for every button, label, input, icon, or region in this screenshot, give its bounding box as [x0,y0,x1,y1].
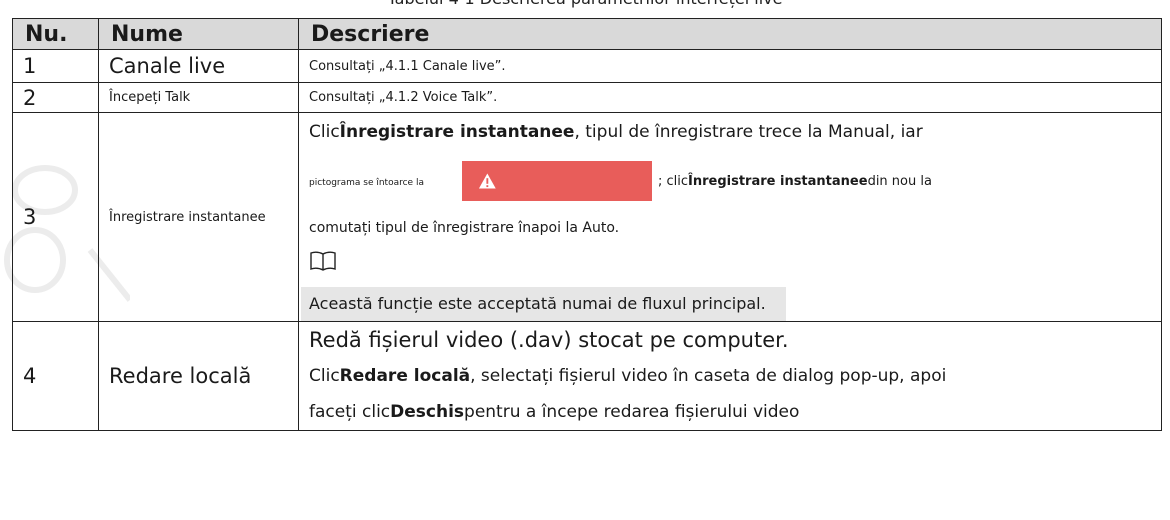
text: Clic [309,122,340,142]
parameter-table: Nu. Nume Descriere 1 Canale live Consult… [12,18,1162,431]
text: din nou la [867,174,932,189]
row-description: ClicÎnregistrare instantanee, tipul de î… [298,112,1162,322]
header-name: Nume [98,18,299,50]
text: pentru a începe redarea fișierului video [464,402,800,422]
button-label: Instant Record [536,140,598,220]
table-row: 4 Redare locală Redă fișierul video (.da… [12,321,1162,431]
text: , selectați fișierul video în caseta de … [470,366,947,386]
description-line: Redă fișierul video (.dav) stocat pe com… [309,328,789,352]
header-no: Nu. [12,18,99,50]
description-line: pictograma se întoarce la Instant Record;… [309,141,1151,220]
table-row: 3 Înregistrare instantanee ClicÎnregistr… [12,112,1162,322]
note-icon-line [309,247,1151,287]
note-text: Această funcție este acceptată numai de … [301,287,786,321]
row-name: Canale live [98,49,299,83]
row-description: Consultați „4.1.1 Canale live”. [298,49,1162,83]
text: pictograma se întoarce la [309,178,424,188]
header-description: Descriere [298,18,1162,50]
bold-text: Înregistrare instantanee [688,174,868,189]
table-row: 1 Canale live Consultați „4.1.1 Canale l… [12,49,1162,83]
row-number: 4 [12,321,99,431]
text: Clic [309,366,340,386]
note-line: Această funcție este acceptată numai de … [301,287,1151,321]
instant-record-button[interactable]: Instant Record [461,141,652,220]
warning-icon [478,173,496,188]
table-header-row: Nu. Nume Descriere [12,18,1162,50]
description-line: ClicRedare locală, selectați fișierul vi… [309,358,1151,394]
row-name: Redare locală [98,321,299,431]
row-number: 2 [12,82,99,113]
table-row: 2 Începeți Talk Consultați „4.1.2 Voice … [12,82,1162,113]
row-number: 3 [12,112,99,322]
text: faceți clic [309,402,391,422]
table-caption: Tabelul 4-1 Descrierea parametrilor inte… [0,0,1170,9]
description-line: comutați tipul de înregistrare înapoi la… [309,220,620,236]
row-description: Redă fișierul video (.dav) stocat pe com… [298,321,1162,431]
row-name: Începeți Talk [98,82,299,113]
bold-text: Deschis [390,402,465,422]
row-number: 1 [12,49,99,83]
row-name: Înregistrare instantanee [98,112,299,322]
text: ; clic [657,174,689,189]
book-note-icon [310,251,336,271]
bold-text: Redare locală [339,366,471,386]
description-line: faceți clicDeschispentru a începe redare… [309,394,1151,430]
row-description: Consultați „4.1.2 Voice Talk”. [298,82,1162,113]
description-line: ClicÎnregistrare instantanee, tipul de î… [309,113,1151,151]
